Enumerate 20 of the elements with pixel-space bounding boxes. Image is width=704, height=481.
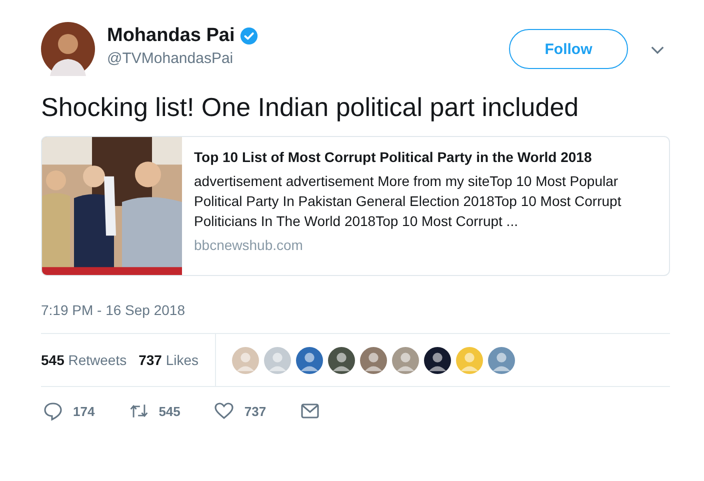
link-card[interactable] (41, 136, 670, 276)
chevron-down-icon[interactable] (650, 45, 665, 55)
reply-icon[interactable] (43, 401, 63, 421)
stat-link[interactable]: 737 Likes (138, 352, 199, 368)
timestamp[interactable]: 7:19 PM - 16 Sep 2018 (41, 302, 670, 318)
action-count: 174 (73, 404, 95, 418)
author-name[interactable]: Mohandas Pai (107, 25, 235, 47)
user-avatar[interactable] (328, 346, 355, 374)
avatar[interactable] (41, 22, 95, 76)
action-count: 545 (158, 404, 180, 418)
heart-icon[interactable] (214, 401, 234, 421)
author-handle[interactable]: @TVMohandasPai (107, 50, 258, 67)
stat-link[interactable]: 545 Retweets (41, 352, 127, 368)
envelope-icon[interactable] (300, 401, 320, 421)
card-title: Top 10 List of Most Corrupt Political Party in the World 2018 (194, 149, 593, 165)
card-description: advertisement advertisement More from my siteTop 10 Most Popular Political Party In Pakistan General Election 2018Top 10 Most Corrupt Politicians In The World 2018Top 10 Most Corrupt ... (194, 172, 622, 231)
card-domain: bbcnewshub.com (194, 237, 304, 253)
tweet-text: Shocking list! One Indian political part included (41, 91, 580, 124)
user-avatar[interactable] (424, 346, 451, 374)
action-count: 737 (244, 404, 266, 418)
